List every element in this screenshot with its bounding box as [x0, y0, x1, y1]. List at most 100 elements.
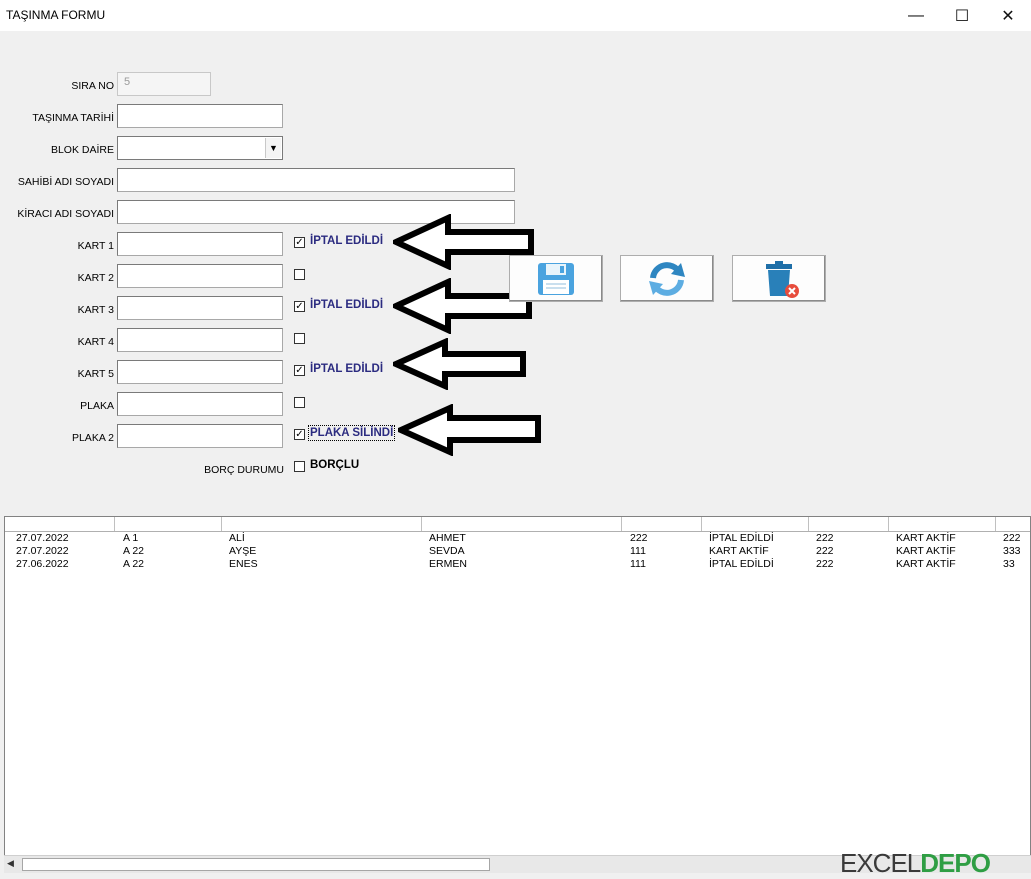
refresh-button[interactable]: [620, 255, 714, 302]
column-header[interactable]: [115, 517, 222, 531]
kart5-field[interactable]: [117, 360, 283, 384]
kart2-checkbox[interactable]: [294, 269, 305, 280]
column-header[interactable]: [622, 517, 702, 531]
table-cell: 111: [630, 545, 646, 557]
tasinma-tarihi-field[interactable]: [117, 104, 283, 128]
borc-durumu-label: BORÇ DURUMU: [204, 464, 284, 476]
column-header[interactable]: [5, 517, 115, 531]
kiraci-label: KİRACI ADI SOYADI: [17, 208, 114, 220]
kart3-check-label[interactable]: İPTAL EDİLDİ: [310, 299, 383, 311]
minimize-icon: —: [908, 6, 924, 24]
delete-icon: [766, 260, 799, 298]
kart3-field[interactable]: [117, 296, 283, 320]
plaka2-check-label[interactable]: PLAKA SİLİNDİ: [307, 425, 396, 441]
table-cell: ERMEN: [429, 558, 467, 570]
scroll-left-icon[interactable]: ◀: [7, 858, 14, 869]
table-cell: 222: [630, 532, 648, 544]
table-cell: 111: [630, 558, 646, 570]
maximize-icon: ☐: [954, 7, 970, 25]
plaka2-label: PLAKA 2: [71, 432, 114, 444]
table-cell: 27.07.2022: [16, 545, 69, 557]
title-bar: TAŞINMA FORMU — ☐ ✕: [0, 0, 1031, 31]
table-cell: SEVDA: [429, 545, 465, 557]
column-header[interactable]: [996, 517, 1030, 531]
table-cell: KART AKTİF: [896, 532, 956, 544]
listview-header: [5, 517, 1030, 532]
table-cell: 222: [816, 545, 834, 557]
maximize-button[interactable]: ☐: [939, 0, 985, 31]
arrow-pointer-4: [398, 404, 541, 456]
kart4-field[interactable]: [117, 328, 283, 352]
table-row[interactable]: 27.07.2022 A 1 ALİ AHMET 222 İPTAL EDİLDİ 222 K…: [5, 532, 1030, 545]
kart5-label: KART 5: [77, 368, 114, 380]
kart2-label: KART 2: [77, 272, 114, 284]
kart2-field[interactable]: [117, 264, 283, 288]
table-cell: ALİ: [229, 532, 245, 544]
table-cell: 333: [1003, 545, 1021, 557]
table-cell: KART AKTİF: [896, 545, 956, 557]
plaka-label: PLAKA: [80, 400, 114, 412]
plaka2-checkbox[interactable]: ✓: [294, 429, 305, 440]
table-cell: 222: [1003, 532, 1021, 544]
watermark-part1: EXCEL: [840, 848, 921, 878]
column-header[interactable]: [809, 517, 889, 531]
kart4-checkbox[interactable]: [294, 333, 305, 344]
kart1-label: KART 1: [77, 240, 114, 252]
kart1-check-label[interactable]: İPTAL EDİLDİ: [310, 235, 383, 247]
delete-button[interactable]: [732, 255, 826, 302]
kart4-label: KART 4: [77, 336, 114, 348]
save-button[interactable]: [509, 255, 603, 302]
plaka-checkbox[interactable]: [294, 397, 305, 408]
table-cell: KART AKTİF: [896, 558, 956, 570]
table-row[interactable]: 27.06.2022 A 22 ENES ERMEN 111 İPTAL EDİLDİ 22…: [5, 558, 1030, 571]
minimize-button[interactable]: —: [893, 0, 939, 31]
tasinma-tarihi-label: TAŞINMA TARİHİ: [32, 112, 114, 124]
column-header[interactable]: [889, 517, 996, 531]
borclu-checkbox[interactable]: [294, 461, 305, 472]
kart5-check-label[interactable]: İPTAL EDİLDİ: [310, 363, 383, 375]
table-cell: 27.06.2022: [16, 558, 69, 570]
table-row[interactable]: 27.07.2022 A 22 AYŞE SEVDA 111 KART AKTİF 222 K…: [5, 545, 1030, 558]
table-cell: 27.07.2022: [16, 532, 69, 544]
plaka-field[interactable]: [117, 392, 283, 416]
table-cell: 222: [816, 558, 834, 570]
scrollbar-thumb[interactable]: [22, 858, 490, 871]
borclu-check-label[interactable]: BORÇLU: [310, 459, 359, 471]
window-title: TAŞINMA FORMU: [6, 8, 106, 22]
chevron-down-icon[interactable]: ▼: [265, 138, 281, 158]
table-cell: İPTAL EDİLDİ: [709, 558, 774, 570]
sira-no-label: SIRA NO: [71, 80, 114, 92]
blok-daire-select[interactable]: ▼: [117, 136, 283, 160]
close-button[interactable]: ✕: [985, 0, 1031, 31]
watermark-logo: EXCELDEPO: [840, 848, 991, 879]
kart1-field[interactable]: [117, 232, 283, 256]
arrow-pointer-3: [393, 338, 526, 390]
table-cell: ENES: [229, 558, 258, 570]
column-header[interactable]: [422, 517, 622, 531]
close-icon: ✕: [1001, 7, 1015, 25]
kart3-label: KART 3: [77, 304, 114, 316]
plaka2-field[interactable]: [117, 424, 283, 448]
save-icon: [538, 262, 574, 295]
table-cell: İPTAL EDİLDİ: [709, 532, 774, 544]
column-header[interactable]: [222, 517, 422, 531]
records-listview[interactable]: 27.07.2022 A 1 ALİ AHMET 222 İPTAL EDİLDİ 222 K…: [4, 516, 1031, 873]
table-cell: 222: [816, 532, 834, 544]
column-header[interactable]: [702, 517, 809, 531]
table-cell: A 22: [123, 545, 145, 557]
table-cell: AYŞE: [229, 545, 257, 557]
table-cell: KART AKTİF: [709, 545, 769, 557]
watermark-part2: DEPO: [920, 848, 991, 878]
blok-daire-label: BLOK DAİRE: [50, 144, 114, 156]
sira-no-field[interactable]: 5: [117, 72, 211, 96]
table-cell: A 1: [123, 532, 139, 544]
table-cell: A 22: [123, 558, 145, 570]
kart5-checkbox[interactable]: ✓: [294, 365, 305, 376]
table-cell: AHMET: [429, 532, 466, 544]
sahibi-field[interactable]: [117, 168, 515, 192]
kart3-checkbox[interactable]: ✓: [294, 301, 305, 312]
refresh-icon: [649, 261, 685, 296]
kart1-checkbox[interactable]: ✓: [294, 237, 305, 248]
sahibi-label: SAHİBİ ADI SOYADI: [17, 176, 114, 188]
table-cell: 33: [1003, 558, 1015, 570]
